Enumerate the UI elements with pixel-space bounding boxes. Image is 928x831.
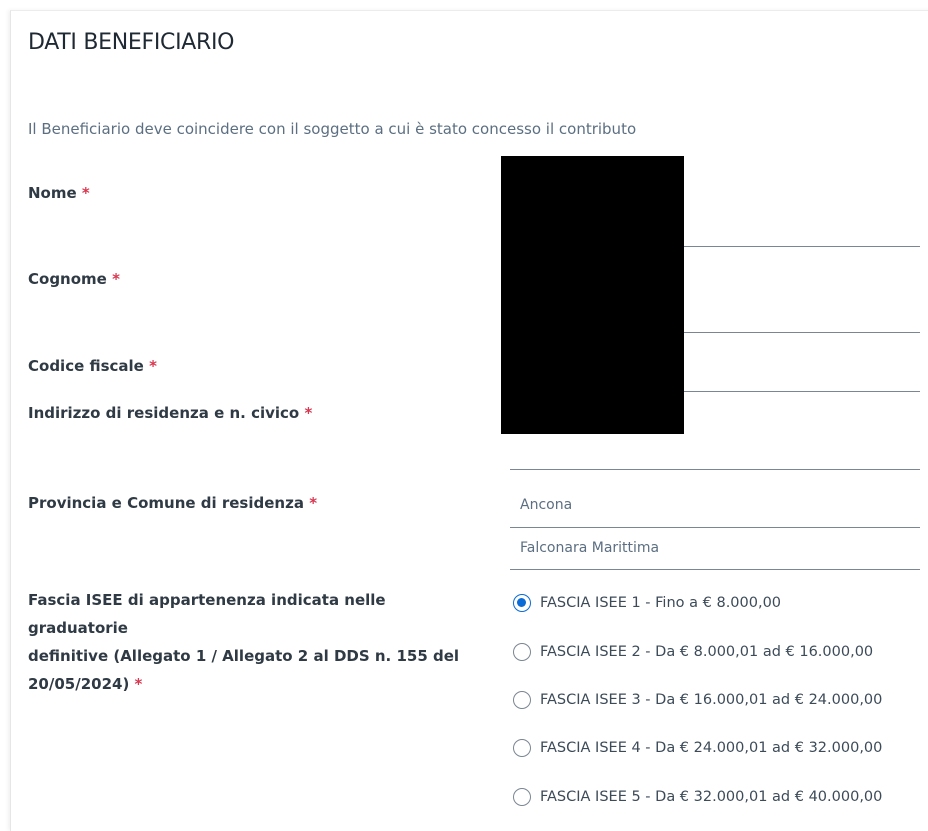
- redaction-block: [501, 156, 684, 434]
- required-mark: *: [309, 494, 318, 512]
- codice-fiscale-input[interactable]: [684, 391, 920, 392]
- comune-select[interactable]: Falconara Marittima: [520, 540, 659, 556]
- cognome-label: Cognome *: [28, 270, 120, 288]
- fascia-isee-label-line3: 20/05/2024): [28, 675, 130, 693]
- section-description: Il Beneficiario deve coincidere con il s…: [28, 120, 637, 138]
- radio-icon[interactable]: [513, 691, 531, 709]
- fascia-isee-option-4[interactable]: FASCIA ISEE 4 - Da € 24.000,01 ad € 32.0…: [513, 739, 882, 757]
- codice-fiscale-label-text: Codice fiscale: [28, 357, 144, 375]
- indirizzo-input[interactable]: [510, 469, 920, 470]
- cognome-label-text: Cognome: [28, 270, 107, 288]
- radio-selected-icon[interactable]: [513, 594, 531, 612]
- fascia-isee-option-label: FASCIA ISEE 5 - Da € 32.000,01 ad € 40.0…: [540, 789, 883, 805]
- codice-fiscale-label: Codice fiscale *: [28, 357, 157, 375]
- comune-underline: [510, 569, 920, 570]
- indirizzo-label: Indirizzo di residenza e n. civico *: [28, 404, 312, 422]
- nome-input[interactable]: [684, 246, 920, 247]
- required-mark: *: [304, 404, 313, 422]
- required-mark: *: [81, 184, 90, 202]
- required-mark: *: [149, 357, 157, 375]
- fascia-isee-option-1[interactable]: FASCIA ISEE 1 - Fino a € 8.000,00: [513, 594, 781, 612]
- fascia-isee-label: Fascia ISEE di appartenenza indicata nel…: [28, 586, 468, 698]
- fascia-isee-option-label: FASCIA ISEE 2 - Da € 8.000,01 ad € 16.00…: [540, 644, 874, 660]
- fascia-isee-option-5[interactable]: FASCIA ISEE 5 - Da € 32.000,01 ad € 40.0…: [513, 788, 882, 806]
- provincia-comune-label-text: Provincia e Comune di residenza: [28, 494, 304, 512]
- fascia-isee-option-label: FASCIA ISEE 4 - Da € 24.000,01 ad € 32.0…: [540, 740, 883, 756]
- required-mark: *: [112, 270, 120, 288]
- fascia-isee-label-line1: Fascia ISEE di appartenenza indicata nel…: [28, 591, 386, 637]
- radio-icon[interactable]: [513, 739, 531, 757]
- nome-label: Nome *: [28, 184, 90, 202]
- nome-label-text: Nome: [28, 184, 77, 202]
- required-mark: *: [134, 675, 143, 693]
- radio-icon[interactable]: [513, 788, 531, 806]
- fascia-isee-option-label: FASCIA ISEE 3 - Da € 16.000,01 ad € 24.0…: [540, 692, 883, 708]
- fascia-isee-option-3[interactable]: FASCIA ISEE 3 - Da € 16.000,01 ad € 24.0…: [513, 691, 882, 709]
- cognome-input[interactable]: [684, 332, 920, 333]
- provincia-comune-label: Provincia e Comune di residenza *: [28, 494, 317, 512]
- provincia-underline: [510, 527, 920, 528]
- fascia-isee-option-label: FASCIA ISEE 1 - Fino a € 8.000,00: [540, 595, 782, 611]
- radio-icon[interactable]: [513, 643, 531, 661]
- fascia-isee-option-2[interactable]: FASCIA ISEE 2 - Da € 8.000,01 ad € 16.00…: [513, 643, 873, 661]
- indirizzo-label-text: Indirizzo di residenza e n. civico: [28, 404, 300, 422]
- fascia-isee-label-line2: definitive (Allegato 1 / Allegato 2 al D…: [28, 647, 460, 665]
- section-title: DATI BENEFICIARIO: [28, 30, 235, 55]
- provincia-select[interactable]: Ancona: [520, 497, 572, 513]
